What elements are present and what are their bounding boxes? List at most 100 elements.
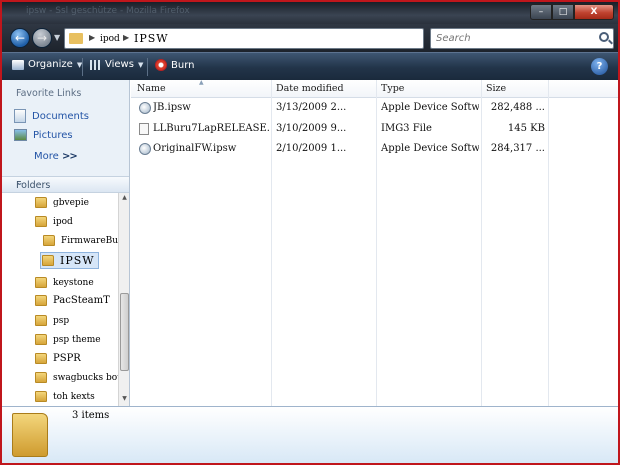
recent-pages-chevron-icon[interactable]: ▼ <box>54 33 60 42</box>
folder-tree: gbvepie ipod FirmwareBun IPSW keystone P… <box>2 193 118 406</box>
favorite-link-pictures[interactable]: Pictures <box>14 129 73 141</box>
folder-icon <box>69 33 83 44</box>
ipsw-file-icon <box>139 102 151 114</box>
folder-icon <box>35 334 47 345</box>
column-header-name[interactable]: Name <box>137 83 166 94</box>
folder-icon <box>35 197 47 208</box>
file-size: 284,317 ... <box>490 143 545 154</box>
tree-item-label: keystone <box>53 277 94 288</box>
column-header-size[interactable]: Size <box>486 83 506 94</box>
ipsw-file-icon <box>139 143 151 155</box>
breadcrumb-ipsw[interactable]: IPSW <box>134 32 169 45</box>
maximize-button[interactable]: □ <box>552 4 574 20</box>
file-size: 282,488 ... <box>490 102 545 113</box>
help-icon[interactable]: ? <box>591 58 608 75</box>
forward-button[interactable]: → <box>32 28 52 48</box>
column-header-type[interactable]: Type <box>381 83 404 94</box>
tree-item-label: IPSW <box>60 254 95 267</box>
views-button[interactable]: Views ▼ <box>90 59 143 70</box>
close-button[interactable]: X <box>574 4 614 20</box>
file-type: Apple Device Softw... <box>381 102 479 113</box>
back-button[interactable]: ← <box>10 28 30 48</box>
views-label: Views <box>105 59 134 70</box>
tree-item-label: gbvepie <box>53 197 89 208</box>
folders-header[interactable]: Folders ⌄ <box>2 176 129 193</box>
scroll-down-icon[interactable]: ▼ <box>120 395 129 405</box>
documents-icon <box>14 109 26 123</box>
file-list: ▲ Name Date modified Type Size JB.ipsw 3… <box>131 79 618 406</box>
tree-item-label: FirmwareBun <box>61 235 118 246</box>
tree-item-label: psp theme <box>53 334 101 345</box>
organize-label: Organize <box>28 59 73 70</box>
tree-item-gbvepie[interactable]: gbvepie <box>35 197 89 208</box>
more-label: More <box>34 151 59 162</box>
tree-item-psp-theme[interactable]: psp theme <box>35 334 101 345</box>
folder-tree-scrollbar[interactable]: ▲ ▼ <box>118 193 129 406</box>
breadcrumb-ipod[interactable]: ipod <box>100 34 120 44</box>
item-count: 3 items <box>72 410 110 421</box>
tree-item-ipsw[interactable]: IPSW <box>40 252 99 269</box>
burn-label: Burn <box>171 59 195 71</box>
tree-item-label: PSPR <box>53 353 81 364</box>
organize-icon <box>12 59 24 70</box>
navigation-pane: Favorite Links Documents Pictures More >… <box>2 80 130 406</box>
file-date: 2/10/2009 1... <box>276 143 347 154</box>
tree-item-toh-kexts[interactable]: toh kexts <box>35 391 95 402</box>
file-name: LLBuru7LapRELEASE.im... <box>153 123 269 134</box>
title-bar[interactable]: ipsw - Ssl geschütze - Mozilla Firefox –… <box>2 2 618 24</box>
address-row: ← → ▼ ▶ ipod ▶ IPSW ▼ ↻ <box>2 24 618 52</box>
tree-item-ipod[interactable]: ipod <box>35 216 73 227</box>
folder-icon <box>43 235 55 246</box>
tree-item-keystone[interactable]: keystone <box>35 277 94 288</box>
column-header-date-modified[interactable]: Date modified <box>276 83 344 94</box>
file-name: OriginalFW.ipsw <box>153 143 237 154</box>
breadcrumb-arrow-icon[interactable]: ▶ <box>123 33 129 42</box>
tree-item-label: swagbucks bot <box>53 372 118 383</box>
views-icon <box>90 59 101 70</box>
minimize-button[interactable]: – <box>530 4 552 20</box>
file-icon <box>139 123 149 135</box>
file-size: 145 KB <box>507 123 545 134</box>
tree-item-label: ipod <box>53 216 73 227</box>
explorer-window: ipsw - Ssl geschütze - Mozilla Firefox –… <box>0 0 620 465</box>
folder-icon <box>35 372 47 383</box>
scrollbar-thumb[interactable] <box>120 293 129 371</box>
organize-button[interactable]: Organize ▼ <box>12 59 82 70</box>
tree-item-label: toh kexts <box>53 391 95 402</box>
favorite-link-documents[interactable]: Documents <box>14 109 89 123</box>
toolbar-divider <box>147 58 148 76</box>
burn-button[interactable]: Burn <box>155 59 194 71</box>
folder-icon <box>35 216 47 227</box>
folder-icon <box>35 353 47 364</box>
file-row[interactable]: LLBuru7LapRELEASE.im... 3/10/2009 9... I… <box>131 122 618 137</box>
pictures-icon <box>14 129 27 141</box>
window-controls: – □ X <box>530 4 614 20</box>
tree-item-pacsteamt[interactable]: PacSteamT <box>35 295 110 306</box>
file-type: Apple Device Softw... <box>381 143 479 154</box>
address-bar[interactable]: ▶ ipod ▶ IPSW ▼ ↻ <box>64 28 479 49</box>
favorite-link-label: Documents <box>32 110 90 122</box>
tree-item-firmwarebun[interactable]: FirmwareBun <box>43 235 118 246</box>
tree-item-swagbucks-bot[interactable]: swagbucks bot <box>35 372 118 383</box>
tree-item-pspr[interactable]: PSPR <box>35 353 81 364</box>
file-date: 3/13/2009 2... <box>276 102 347 113</box>
double-chevron-icon: >> <box>61 151 78 162</box>
more-link[interactable]: More >> <box>34 151 78 162</box>
search-icon[interactable] <box>599 32 609 42</box>
file-type: IMG3 File <box>381 123 432 134</box>
folder-icon <box>35 315 47 326</box>
folder-icon <box>42 255 54 266</box>
folder-icon <box>35 277 47 288</box>
tree-item-label: PacSteamT <box>53 295 110 306</box>
breadcrumb-arrow-icon[interactable]: ▶ <box>89 33 95 42</box>
burn-disc-icon <box>155 59 167 71</box>
search-box[interactable] <box>430 28 614 49</box>
favorite-link-label: Pictures <box>33 129 73 141</box>
search-input[interactable] <box>431 29 591 48</box>
file-row[interactable]: JB.ipsw 3/13/2009 2... Apple Device Soft… <box>131 101 618 116</box>
chevron-down-icon: ▼ <box>137 60 144 69</box>
file-row[interactable]: OriginalFW.ipsw 2/10/2009 1... Apple Dev… <box>131 142 618 157</box>
tree-item-psp[interactable]: psp <box>35 315 69 326</box>
scroll-up-icon[interactable]: ▲ <box>120 194 129 204</box>
folder-icon <box>35 391 47 402</box>
